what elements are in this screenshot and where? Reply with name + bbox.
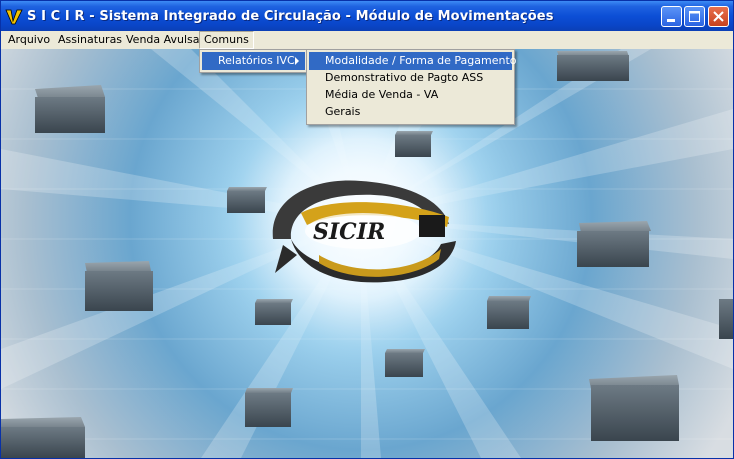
window-title: S I C I R - Sistema Integrado de Circula… bbox=[27, 9, 554, 24]
menu-assinaturas[interactable]: Assinaturas bbox=[54, 32, 126, 48]
menu-arquivo[interactable]: Arquivo bbox=[4, 32, 54, 48]
close-icon bbox=[713, 11, 724, 22]
menu-comuns[interactable]: Comuns bbox=[199, 31, 254, 49]
sicir-app-icon bbox=[5, 9, 23, 25]
menu-item-label: Modalidade / Forma de Pagamento bbox=[325, 54, 517, 67]
minimize-icon bbox=[667, 19, 675, 22]
menu-item-modalidade-forma-pagamento[interactable]: Modalidade / Forma de Pagamento bbox=[309, 52, 517, 70]
menu-item-relatorios-ivc-label: Relatórios IVC bbox=[218, 54, 295, 67]
app-window: S I C I R - Sistema Integrado de Circula… bbox=[0, 0, 734, 459]
menu-venda-avulsa[interactable]: Venda Avulsa bbox=[122, 32, 204, 48]
logo-text: SICIR bbox=[313, 219, 385, 245]
comuns-dropdown: Relatórios IVC bbox=[199, 49, 308, 73]
minimize-button[interactable] bbox=[661, 6, 682, 27]
menu-item-label: Média de Venda - VA bbox=[325, 88, 439, 101]
menu-item-demonstrativo-pagto-ass[interactable]: Demonstrativo de Pagto ASS bbox=[309, 69, 512, 87]
menu-item-gerais[interactable]: Gerais bbox=[309, 103, 512, 121]
title-bar[interactable]: S I C I R - Sistema Integrado de Circula… bbox=[1, 1, 733, 31]
relatorios-ivc-submenu: Modalidade / Forma de Pagamento Demonstr… bbox=[306, 49, 517, 125]
close-button[interactable] bbox=[708, 6, 729, 27]
submenu-arrow-icon bbox=[295, 57, 299, 65]
maximize-button[interactable] bbox=[684, 6, 705, 27]
menu-item-relatorios-ivc[interactable]: Relatórios IVC bbox=[202, 52, 305, 70]
maximize-icon bbox=[689, 11, 700, 22]
menu-item-label: Gerais bbox=[325, 105, 361, 118]
menu-item-label: Demonstrativo de Pagto ASS bbox=[325, 71, 484, 84]
menu-bar: Arquivo Assinaturas Venda Avulsa Comuns bbox=[1, 31, 733, 49]
menu-item-media-venda-va[interactable]: Média de Venda - VA bbox=[309, 86, 512, 104]
